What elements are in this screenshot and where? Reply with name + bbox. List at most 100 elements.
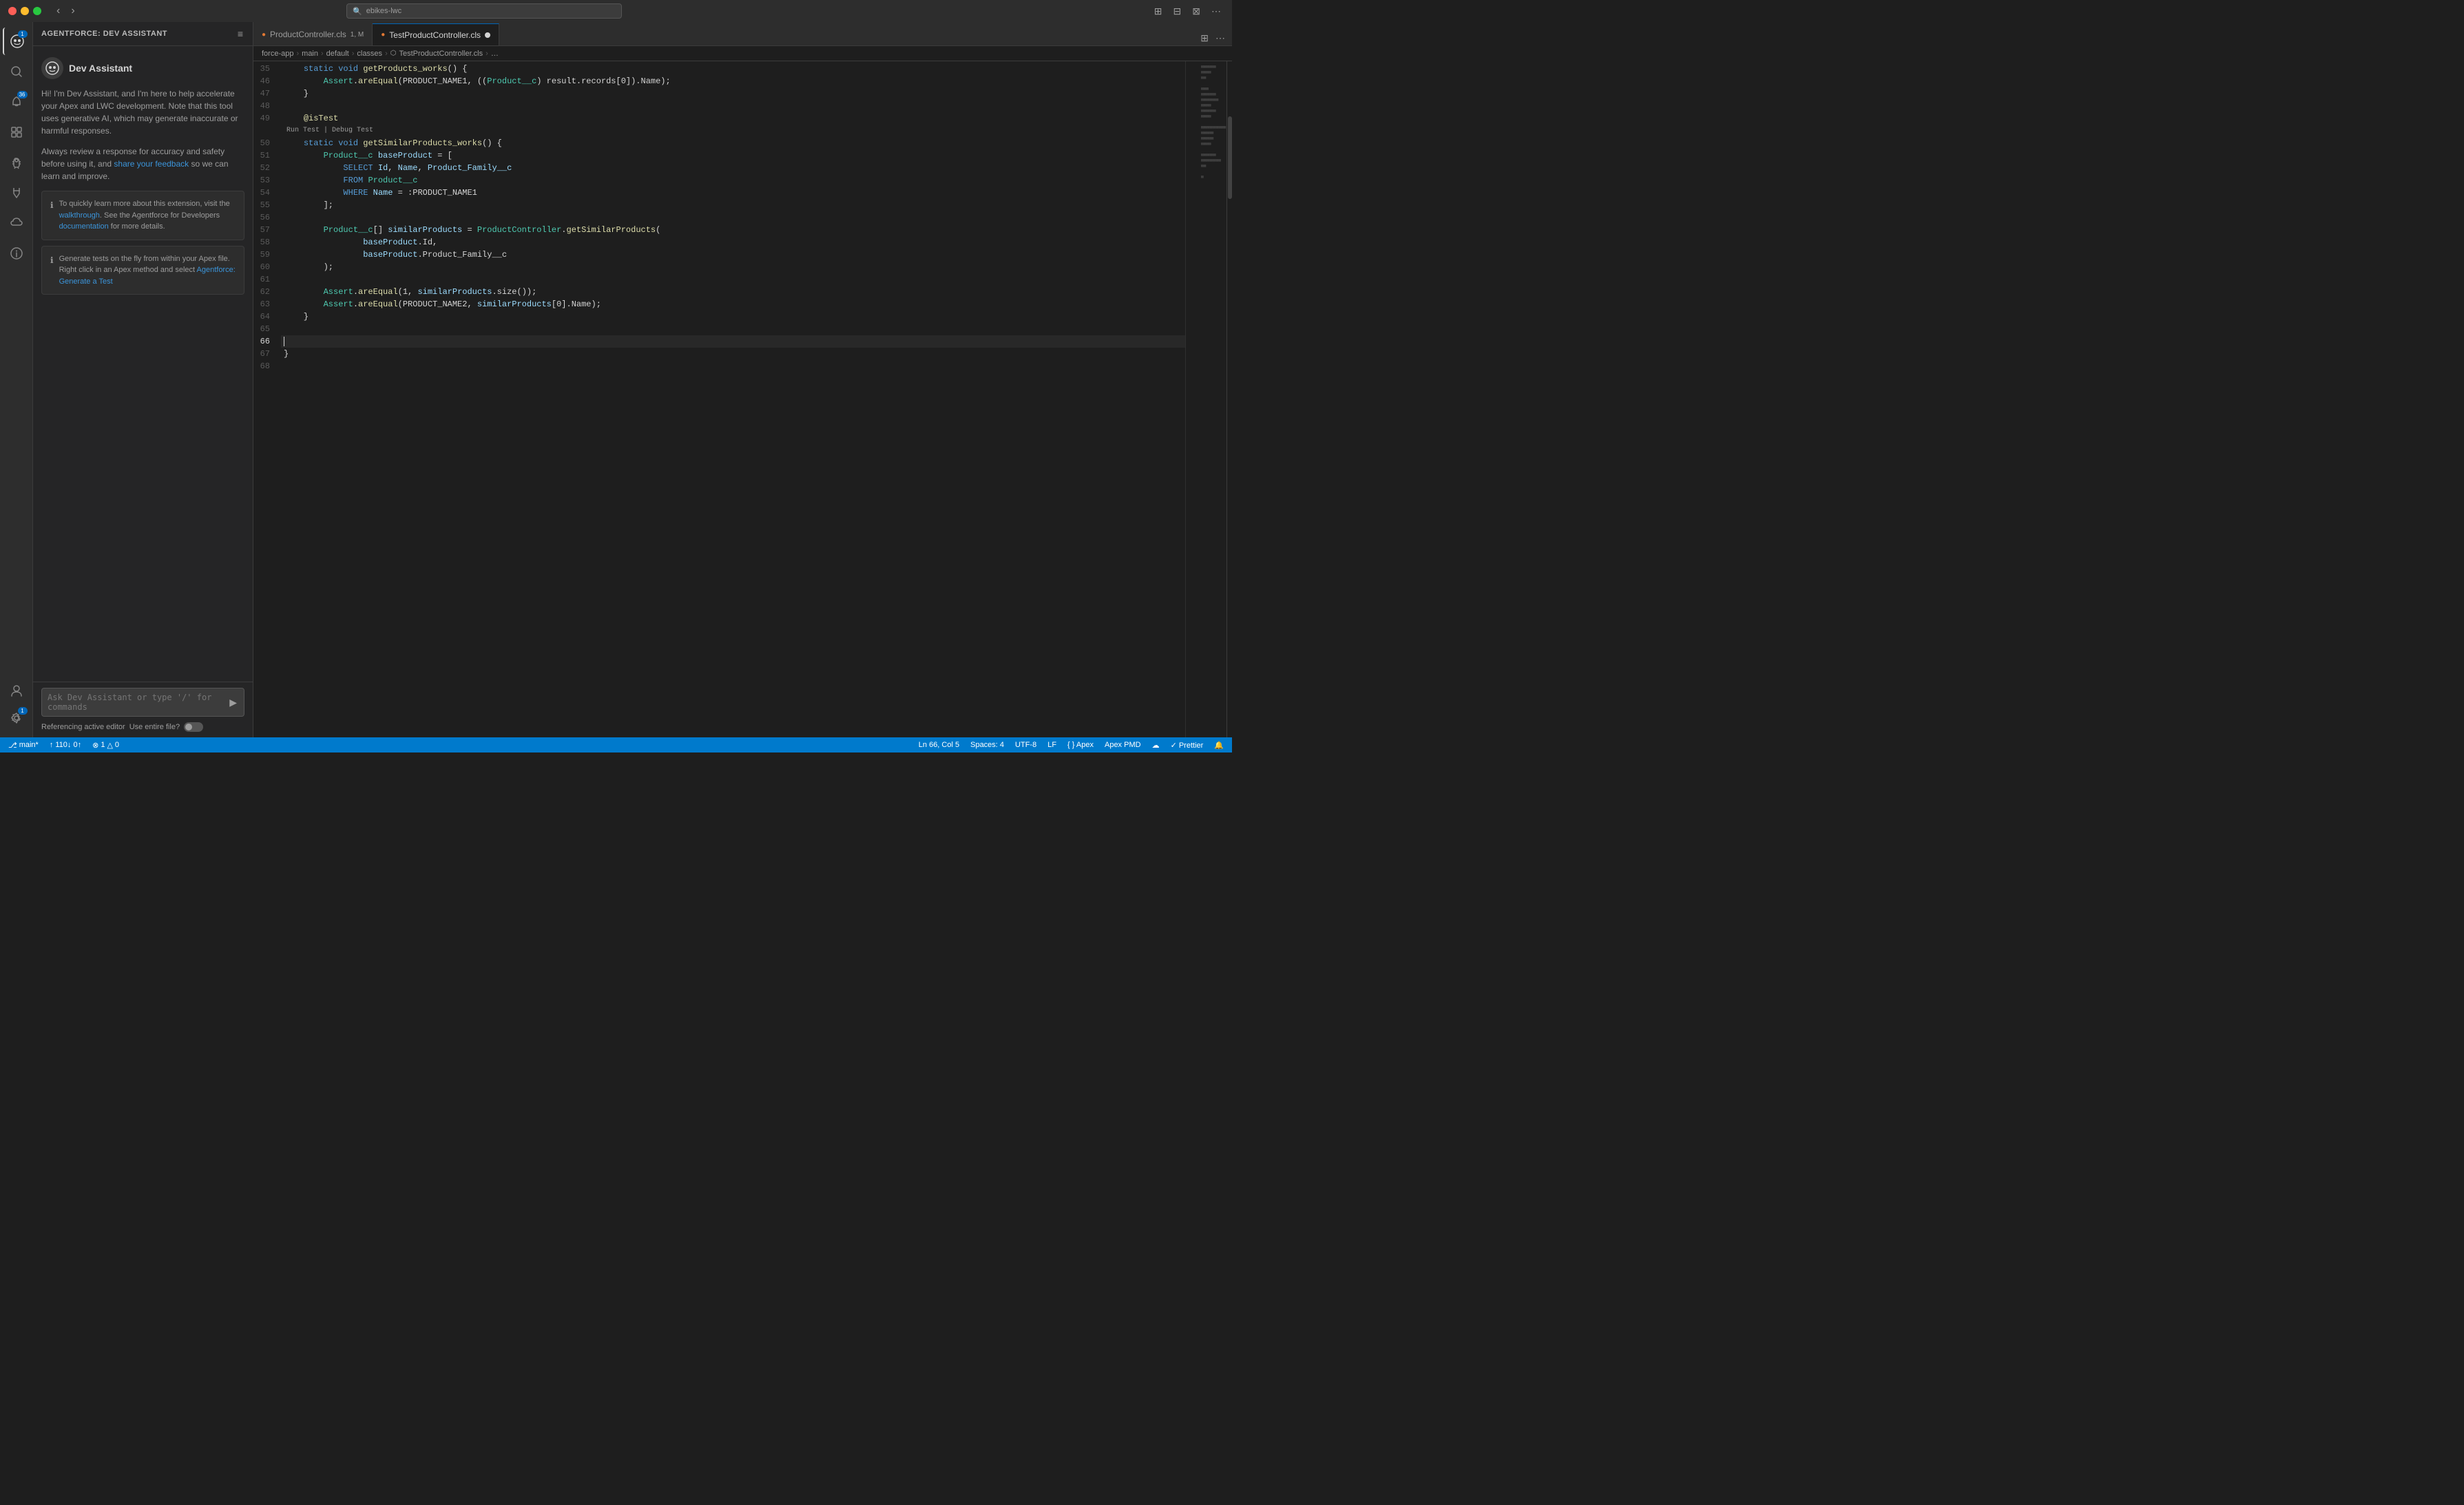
status-position[interactable]: Ln 66, Col 5 [916, 737, 962, 752]
close-button[interactable] [8, 7, 17, 15]
send-button[interactable]: ▶ [228, 695, 238, 710]
minimize-button[interactable] [21, 7, 29, 15]
breadcrumb-ellipsis[interactable]: … [491, 50, 499, 58]
forward-button[interactable]: › [67, 3, 79, 19]
spaces-text: Spaces: 4 [970, 741, 1004, 749]
tab-label-1: ProductController.cls [270, 30, 346, 39]
code-line-67: } [281, 348, 1185, 360]
code-line-49-inline: Run Test | Debug Test [281, 125, 1185, 137]
info-icon-2: ℹ [50, 254, 54, 288]
dev-assistant-sidebar: AGENTFORCE: DEV ASSISTANT ≡ Dev Assistan… [33, 22, 253, 737]
dev-assistant-header: Dev Assistant [41, 57, 244, 79]
sidebar-menu-button[interactable]: ≡ [236, 27, 244, 41]
sidebar-item-testing[interactable] [3, 179, 30, 207]
sidebar-item-notifications[interactable]: 36 [3, 88, 30, 116]
status-prettier[interactable]: ✓ Prettier [1168, 737, 1207, 752]
global-search[interactable]: 🔍 ebikes-lwc [346, 3, 622, 19]
status-deploy[interactable]: ☁ [1149, 737, 1162, 752]
use-entire-file-toggle[interactable] [184, 722, 203, 732]
position-text: Ln 66, Col 5 [919, 741, 959, 749]
split-right-button[interactable]: ⊞ [1199, 31, 1210, 45]
code-line-60: ); [281, 261, 1185, 273]
code-line-46: Assert.areEqual(PRODUCT_NAME1, ((Product… [281, 75, 1185, 87]
code-line-63: Assert.areEqual(PRODUCT_NAME2, similarPr… [281, 298, 1185, 311]
code-content[interactable]: static void getProducts_works() { Assert… [281, 61, 1185, 737]
breadcrumb-sep-4: › [385, 50, 388, 58]
breadcrumb-main[interactable]: main [302, 50, 318, 58]
tab-badge-1: 1, M [351, 31, 364, 39]
ln-59: 59 [253, 249, 275, 261]
status-sync[interactable]: ↑ 110↓ 0↑ [47, 737, 84, 752]
error-count: 1 [101, 741, 105, 749]
info-card-2-text: Generate tests on the fly from within yo… [59, 253, 236, 288]
breadcrumb-classes[interactable]: classes [357, 50, 382, 58]
generate-test-link[interactable]: Agentforce: Generate a Test [59, 266, 236, 286]
sidebar-item-search[interactable] [3, 58, 30, 85]
status-branch[interactable]: ⎇ main* [6, 737, 41, 752]
safety-text: Always review a response for accuracy an… [41, 145, 244, 182]
agentforce-badge: 1 [18, 30, 28, 38]
sidebar-item-extensions[interactable] [3, 118, 30, 146]
scrollbar-thumb[interactable] [1228, 116, 1232, 199]
breadcrumb-file[interactable]: TestProductController.cls [399, 50, 483, 58]
ln-67: 67 [253, 348, 275, 360]
activity-bottom: 1 [3, 677, 30, 732]
sidebar-header: AGENTFORCE: DEV ASSISTANT ≡ [33, 22, 253, 46]
ln-35: 35 [253, 63, 275, 75]
code-line-50: static void getSimilarProducts_works() { [281, 137, 1185, 149]
maximize-button[interactable] [33, 7, 41, 15]
editor-layout-button[interactable]: ⊟ [1171, 4, 1184, 19]
breadcrumb-sep-1: › [296, 50, 299, 58]
code-line-47: } [281, 87, 1185, 100]
back-button[interactable]: ‹ [52, 3, 64, 19]
encoding-text: UTF-8 [1015, 741, 1036, 749]
code-line-61 [281, 273, 1185, 286]
walkthrough-link[interactable]: walkthrough [59, 211, 100, 220]
sidebar-item-settings[interactable]: 1 [3, 704, 30, 732]
sidebar-item-agentforce[interactable]: 1 [3, 28, 30, 55]
sidebar-item-debug[interactable] [3, 149, 30, 176]
code-line-56 [281, 211, 1185, 224]
more-editor-actions-button[interactable]: ⋯ [1214, 31, 1226, 45]
status-language[interactable]: { } Apex [1065, 737, 1096, 752]
sidebar-item-info[interactable] [3, 240, 30, 267]
inline-run-test[interactable]: Run Test | Debug Test [284, 125, 376, 137]
breadcrumb-default[interactable]: default [326, 50, 349, 58]
breadcrumb-force-app[interactable]: force-app [262, 50, 293, 58]
code-line-51: Product__c baseProduct = [ [281, 149, 1185, 162]
status-line-ending[interactable]: LF [1045, 737, 1059, 752]
title-bar-right: ⊞ ⊟ ⊠ ⋯ [1151, 4, 1224, 19]
tab-test-product-controller[interactable]: ● TestProductController.cls [373, 23, 499, 45]
ln-49: 49 [253, 112, 275, 125]
sidebar-item-cloud[interactable] [3, 209, 30, 237]
scrollbar-track[interactable] [1226, 61, 1232, 737]
status-encoding[interactable]: UTF-8 [1012, 737, 1039, 752]
sidebar-item-account[interactable] [3, 677, 30, 704]
prettier-text: ✓ Prettier [1171, 741, 1204, 750]
more-options-button[interactable]: ⋯ [1209, 4, 1224, 19]
customize-layout-button[interactable]: ⊠ [1189, 4, 1203, 19]
chat-input-wrapper[interactable]: ▶ [41, 688, 244, 717]
dev-assistant-icon [41, 57, 63, 79]
traffic-lights [8, 7, 41, 15]
status-formatter[interactable]: Apex PMD [1102, 737, 1144, 752]
feedback-link[interactable]: share your feedback [114, 159, 189, 169]
breadcrumb-sep-5: › [486, 50, 488, 58]
ln-54: 54 [253, 187, 275, 199]
status-notifications[interactable]: 🔔 [1211, 737, 1226, 752]
chat-input[interactable] [48, 693, 222, 712]
documentation-link[interactable]: documentation [59, 222, 109, 231]
use-entire-file-text: Use entire file? [129, 723, 180, 731]
editor-area: ● ProductController.cls 1, M ● TestProdu… [253, 22, 1232, 737]
ln-52: 52 [253, 162, 275, 174]
code-line-58: baseProduct.Id, [281, 236, 1185, 249]
status-spaces[interactable]: Spaces: 4 [968, 737, 1007, 752]
ln-55: 55 [253, 199, 275, 211]
ln-65: 65 [253, 323, 275, 335]
split-editor-button[interactable]: ⊞ [1151, 4, 1165, 19]
code-editor[interactable]: 35 46 47 48 49 _ 50 51 52 53 54 55 56 57… [253, 61, 1232, 737]
info-card-1-text: To quickly learn more about this extensi… [59, 198, 236, 233]
code-line-52: SELECT Id, Name, Product_Family__c [281, 162, 1185, 174]
tab-product-controller[interactable]: ● ProductController.cls 1, M [253, 23, 373, 45]
status-errors[interactable]: ⊗ 1 △ 0 [90, 737, 122, 752]
